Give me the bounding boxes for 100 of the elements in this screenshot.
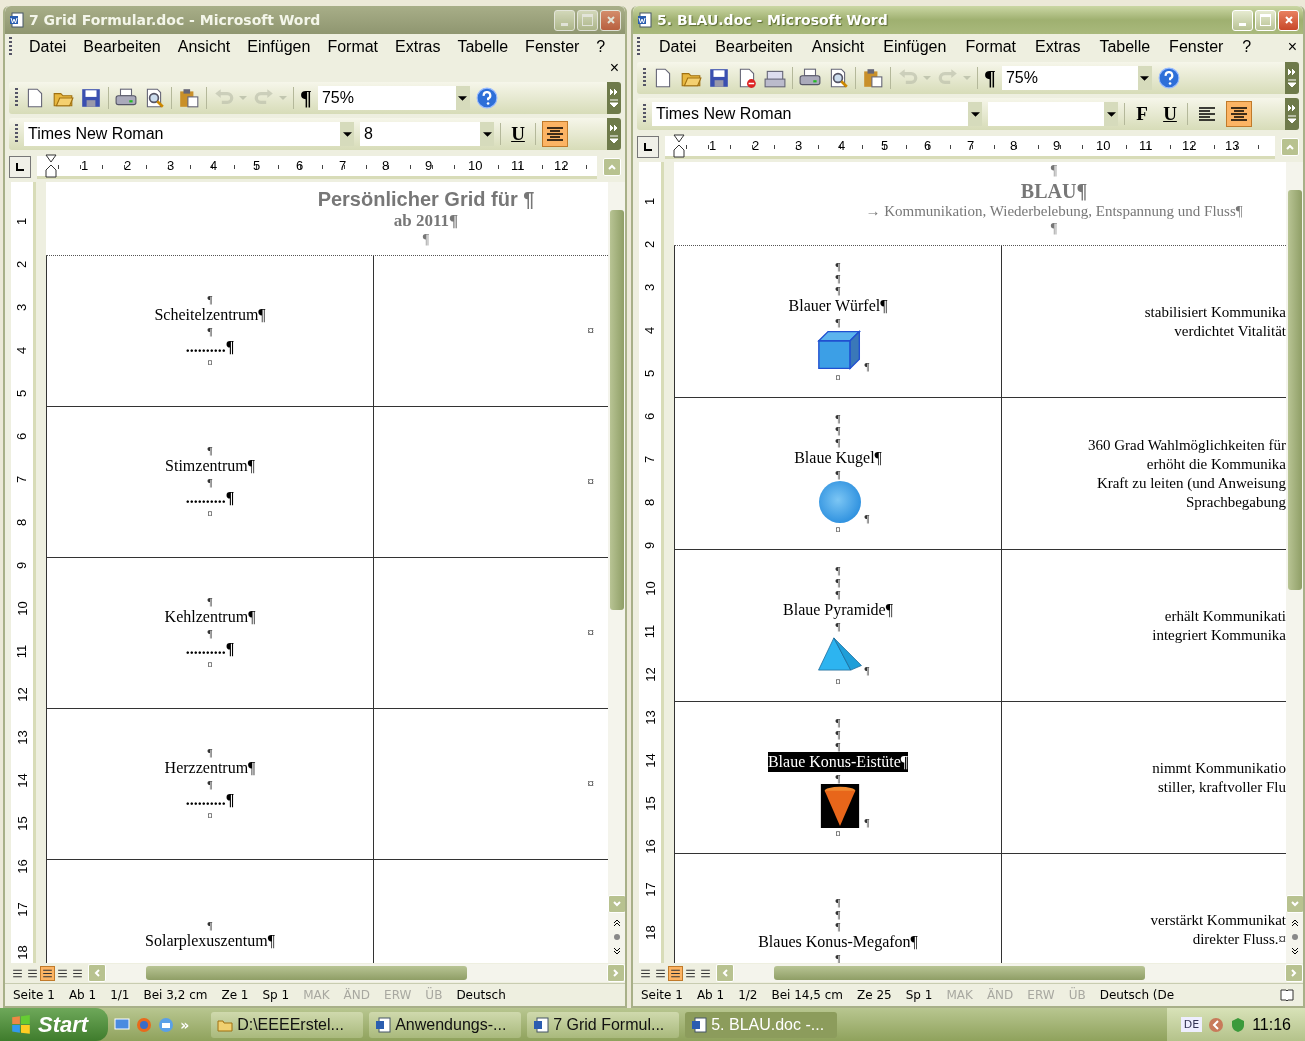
toolbar-grip[interactable] [643,104,646,124]
taskbar-button[interactable]: 7 Grid Formul... [527,1011,680,1038]
tab-selector-button[interactable] [9,156,31,178]
align-center-button[interactable] [1226,101,1252,127]
cell-label: Stimzentrum¶ [165,456,255,476]
ruler-number: 10 [468,158,484,173]
font-dropdown[interactable]: Times New Roman [652,102,982,126]
desktop-icon[interactable] [114,1016,131,1033]
toolbar-grip[interactable] [9,37,12,57]
menu-item[interactable]: Ansicht [177,38,231,56]
menu-item[interactable]: ? [596,38,606,56]
menu-item[interactable]: Tabelle [457,38,509,56]
scroll-thumb[interactable] [146,966,467,980]
menu-item[interactable]: Einfügen [883,38,947,56]
toolbar-grip[interactable] [643,68,646,88]
indent-marker-icon[interactable] [45,153,57,178]
zoom-dropdown[interactable]: 75% [317,86,470,110]
status-item: ÄND [343,988,371,1002]
cell-text: 360 Grad Wahlmöglichkeiten für [1087,435,1286,455]
toolbar-options-button[interactable] [607,82,621,114]
menu-item[interactable]: Bearbeiten [83,38,161,56]
toolbar-grip[interactable] [15,124,18,144]
horizontal-scrollbar[interactable] [716,964,1303,982]
view-mode-icon[interactable] [669,966,682,980]
browse-object-icon[interactable] [611,917,622,957]
close-button[interactable] [1278,9,1299,31]
vertical-scrollbar[interactable] [1286,162,1303,963]
close-document-button[interactable]: × [609,59,619,77]
browse-object-icon[interactable] [1289,917,1300,957]
save-icon[interactable] [80,87,102,109]
ruler-number: 11 [511,158,526,173]
show-formatting-button[interactable]: ¶ [984,65,996,91]
globe-icon[interactable] [136,1016,153,1033]
status-item: Bei 3,2 cm [143,988,208,1002]
menu-item[interactable]: Fenster [525,38,580,56]
paste-icon[interactable] [862,67,884,89]
status-item: Deutsch [456,988,506,1002]
menu-item[interactable]: Datei [29,38,67,56]
taskbar-button[interactable]: D:\EEEErstel... [211,1011,364,1038]
paste-icon[interactable] [178,87,200,109]
ruler-number: 10 [1096,138,1112,153]
help-icon[interactable] [475,87,498,109]
menu-item[interactable]: Extras [395,38,441,56]
menu-item[interactable]: Ansicht [811,38,865,56]
document-title: Persönlicher Grid für ¶ [316,188,536,211]
language-indicator[interactable]: DE [1180,1017,1203,1032]
menu-item[interactable]: Extras [1035,38,1081,56]
vertical-ruler[interactable]: 1 2 3 4 5 6 7 8 9 10 11 12 13 14 15 16 17 18 [11,182,36,963]
menu-item[interactable]: Format [965,38,1017,56]
help-icon[interactable] [1157,67,1180,89]
end-of-cell-mark: ¤ [587,474,594,490]
menu-item[interactable]: Tabelle [1099,38,1151,56]
toolbar-grip[interactable] [637,37,640,57]
ruler-number: 14 [641,753,659,768]
end-of-cell-mark: ¤ [835,827,841,840]
start-button[interactable]: Start [0,1008,109,1041]
save-icon[interactable] [708,67,730,89]
font-dropdown[interactable]: Times New Roman [24,122,354,146]
close-button[interactable] [600,9,621,31]
close-document-button[interactable]: × [1287,38,1297,56]
toolbar-options-button[interactable] [1285,98,1299,130]
zoom-dropdown[interactable]: 75% [1001,66,1152,90]
menu-item[interactable]: Einfügen [247,38,311,56]
caret-icon [720,968,730,978]
toolbar-options-button[interactable] [607,118,621,150]
align-center-button[interactable] [542,121,568,147]
paragraph-mark: ¶ [835,271,841,284]
toolbar-options-button[interactable] [1285,62,1299,94]
show-formatting-button[interactable]: ¶ [300,85,312,111]
cell-text: verdichtet Vitalität [1174,321,1286,341]
menu-item[interactable]: Format [327,38,379,56]
horizontal-ruler[interactable]: 1 2 3 4 5 6 7 8 9 10 11 12 13 [665,135,1275,159]
underline-button[interactable]: U [507,123,529,145]
indent-marker-icon[interactable] [673,133,685,158]
menu-item[interactable]: Bearbeiten [715,38,793,56]
scroll-thumb[interactable] [609,210,624,610]
menu-item[interactable]: Fenster [1169,38,1224,56]
shield-icon[interactable] [1230,1016,1247,1033]
scroll-thumb[interactable] [1287,190,1302,590]
horizontal-ruler[interactable]: 1 2 3 4 5 6 7 8 9 10 11 12 [37,155,597,179]
status-item: 1/2 [738,988,758,1002]
underline-button[interactable]: U [1159,103,1181,125]
menu-item[interactable]: ? [1242,38,1252,56]
caret-icon [1289,968,1299,978]
bold-button[interactable]: F [1131,103,1153,125]
toolbar-grip[interactable] [15,88,18,108]
scroll-thumb[interactable] [774,966,1145,980]
horizontal-scrollbar[interactable] [88,964,625,982]
book-icon[interactable] [1279,987,1295,1003]
font-size-dropdown[interactable]: 8 [360,122,494,146]
menu-item[interactable]: Datei [659,38,697,56]
vertical-scrollbar[interactable] [608,182,625,963]
ruler-number: 12 [641,667,659,682]
vertical-ruler[interactable]: 1 2 3 4 5 6 7 8 9 10 11 12 13 14 15 16 17 18 [639,162,664,963]
ruler-number: 16 [13,859,31,874]
taskbar-button[interactable]: Anwendungs-... [369,1011,522,1038]
view-mode-icon[interactable] [41,966,54,980]
paragraph-mark: ¶ [421,231,431,249]
cell-label: Blaue Kugel¶ [794,448,882,468]
tab-selector-button[interactable] [637,136,659,158]
